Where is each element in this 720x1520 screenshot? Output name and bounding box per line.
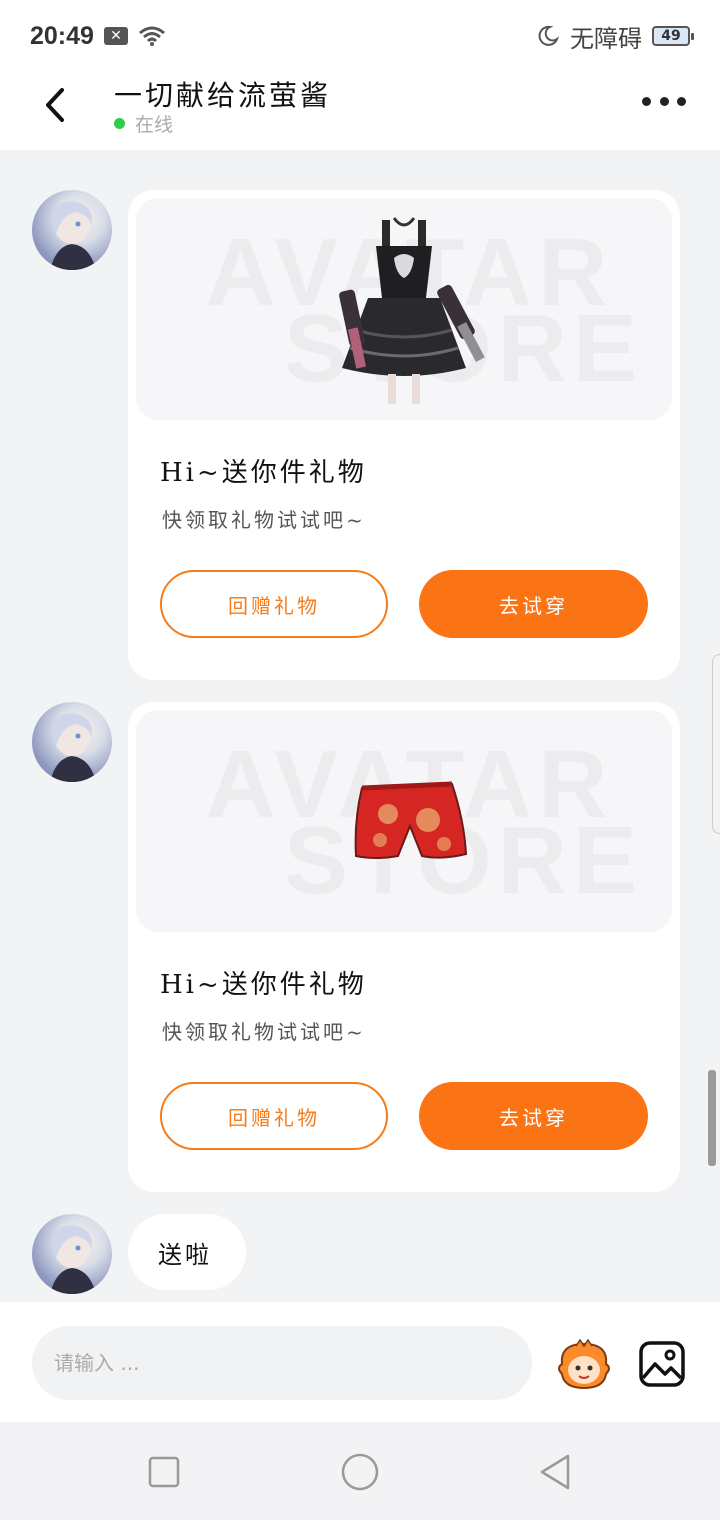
- nav-back-icon: [540, 1454, 570, 1490]
- gift-image[interactable]: AVATAR STORE: [136, 198, 672, 420]
- back-button[interactable]: [30, 80, 80, 130]
- more-icon: [642, 96, 651, 106]
- avatar[interactable]: [32, 1214, 112, 1294]
- back-arrow-icon: [46, 88, 64, 122]
- red-shorts-image: [354, 781, 468, 859]
- moon-icon: [538, 25, 560, 46]
- gift-card-subtitle: 快领取礼物试试吧~: [162, 508, 366, 532]
- text-message-bubble[interactable]: 送啦: [128, 1214, 246, 1290]
- chat-header: 一切献给流萤酱 在线: [0, 72, 720, 150]
- more-icon-dot: [677, 96, 686, 106]
- avatar-image: [50, 1225, 96, 1294]
- image-icon: [639, 1341, 685, 1387]
- emoji-mascot-icon: [558, 1338, 610, 1390]
- nav-back-button[interactable]: [536, 1452, 576, 1492]
- status-time: 20:49: [30, 21, 94, 50]
- battery-icon: 49: [652, 26, 694, 46]
- try-on-button[interactable]: 去试穿: [419, 1082, 648, 1150]
- text-message: 送啦: [158, 1240, 212, 1269]
- status-left: 20:49 ✕: [30, 22, 166, 51]
- status-right: 无障碍 49: [536, 19, 694, 54]
- online-status-text: 在线: [135, 114, 174, 136]
- avatar-image: [50, 201, 96, 270]
- chat-area[interactable]: AVATAR STORE: [0, 150, 720, 1302]
- black-dress-image: [339, 217, 485, 404]
- avatar-image: [50, 713, 96, 782]
- message-input[interactable]: [32, 1326, 532, 1400]
- online-status: 在线: [114, 110, 173, 137]
- home-button[interactable]: [340, 1452, 380, 1492]
- wifi-icon: [138, 26, 165, 46]
- accessibility-label: 无障碍: [570, 24, 642, 53]
- more-icon-dot: [659, 96, 669, 106]
- scrollbar-thumb[interactable]: [708, 1070, 716, 1166]
- online-dot-icon: [114, 118, 125, 129]
- recent-apps-button[interactable]: [144, 1452, 184, 1492]
- image-button[interactable]: [638, 1340, 686, 1388]
- gift-card-title: Hi~送你件礼物: [160, 458, 367, 488]
- return-gift-button[interactable]: 回赠礼物: [160, 570, 388, 638]
- side-edge-handle[interactable]: [712, 654, 720, 834]
- nav-recent-icon: [148, 1456, 180, 1488]
- gift-card-title: Hi~送你件礼物: [160, 970, 367, 1000]
- emoji-button[interactable]: [554, 1338, 614, 1392]
- gift-image[interactable]: AVATAR STORE: [136, 710, 672, 932]
- more-button[interactable]: [642, 86, 686, 116]
- input-bar: [0, 1302, 720, 1422]
- avatar[interactable]: [32, 702, 112, 782]
- gift-card: AVATAR STORE: [128, 190, 680, 680]
- status-bar: 20:49 ✕ 无障碍 49: [0, 0, 720, 72]
- chat-title: 一切献给流萤酱: [114, 79, 332, 112]
- nav-home-icon: [341, 1453, 379, 1491]
- gift-card-subtitle: 快领取礼物试试吧~: [162, 1020, 366, 1044]
- return-gift-button[interactable]: 回赠礼物: [160, 1082, 388, 1150]
- battery-level: 49: [661, 28, 681, 44]
- gift-card: AVATAR STORE Hi~送你件礼物 快领取礼物试试吧~ 回赠礼物 去试穿: [128, 702, 680, 1192]
- avatar[interactable]: [32, 190, 112, 270]
- system-nav-bar: [0, 1422, 720, 1520]
- notification-muted-icon: ✕: [103, 27, 128, 45]
- try-on-button[interactable]: 去试穿: [419, 570, 648, 638]
